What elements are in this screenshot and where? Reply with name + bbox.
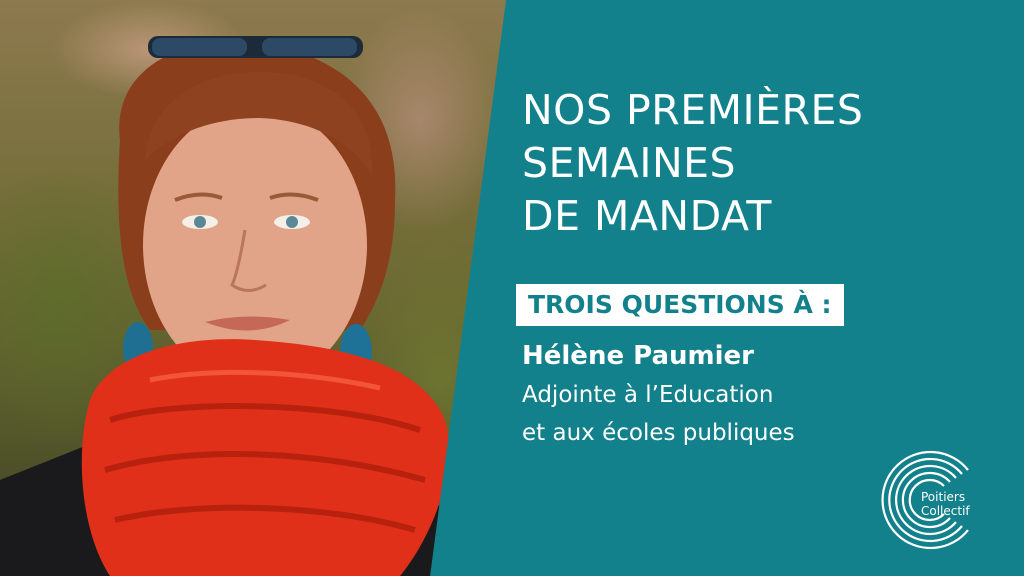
headline-line-3: DE MANDAT: [522, 192, 772, 240]
logo-text-line-1: Poitiers: [921, 490, 966, 504]
promo-banner: NOS PREMIÈRES SEMAINES DE MANDAT TROIS Q…: [0, 0, 1024, 576]
questions-badge: TROIS QUESTIONS À :: [516, 284, 844, 326]
portrait-photo: [0, 0, 506, 576]
headline-line-1: NOS PREMIÈRES: [522, 86, 864, 134]
person-role-line-2: et aux écoles publiques: [522, 420, 795, 446]
headline: NOS PREMIÈRES SEMAINES DE MANDAT: [522, 84, 863, 243]
person-role-line-1: Adjointe à l’Education: [522, 382, 774, 408]
headline-line-2: SEMAINES: [522, 139, 737, 187]
logo-text-line-2: Collectif: [921, 504, 970, 518]
person-name: Hélène Paumier: [522, 341, 755, 371]
portrait-illustration: [0, 36, 460, 576]
